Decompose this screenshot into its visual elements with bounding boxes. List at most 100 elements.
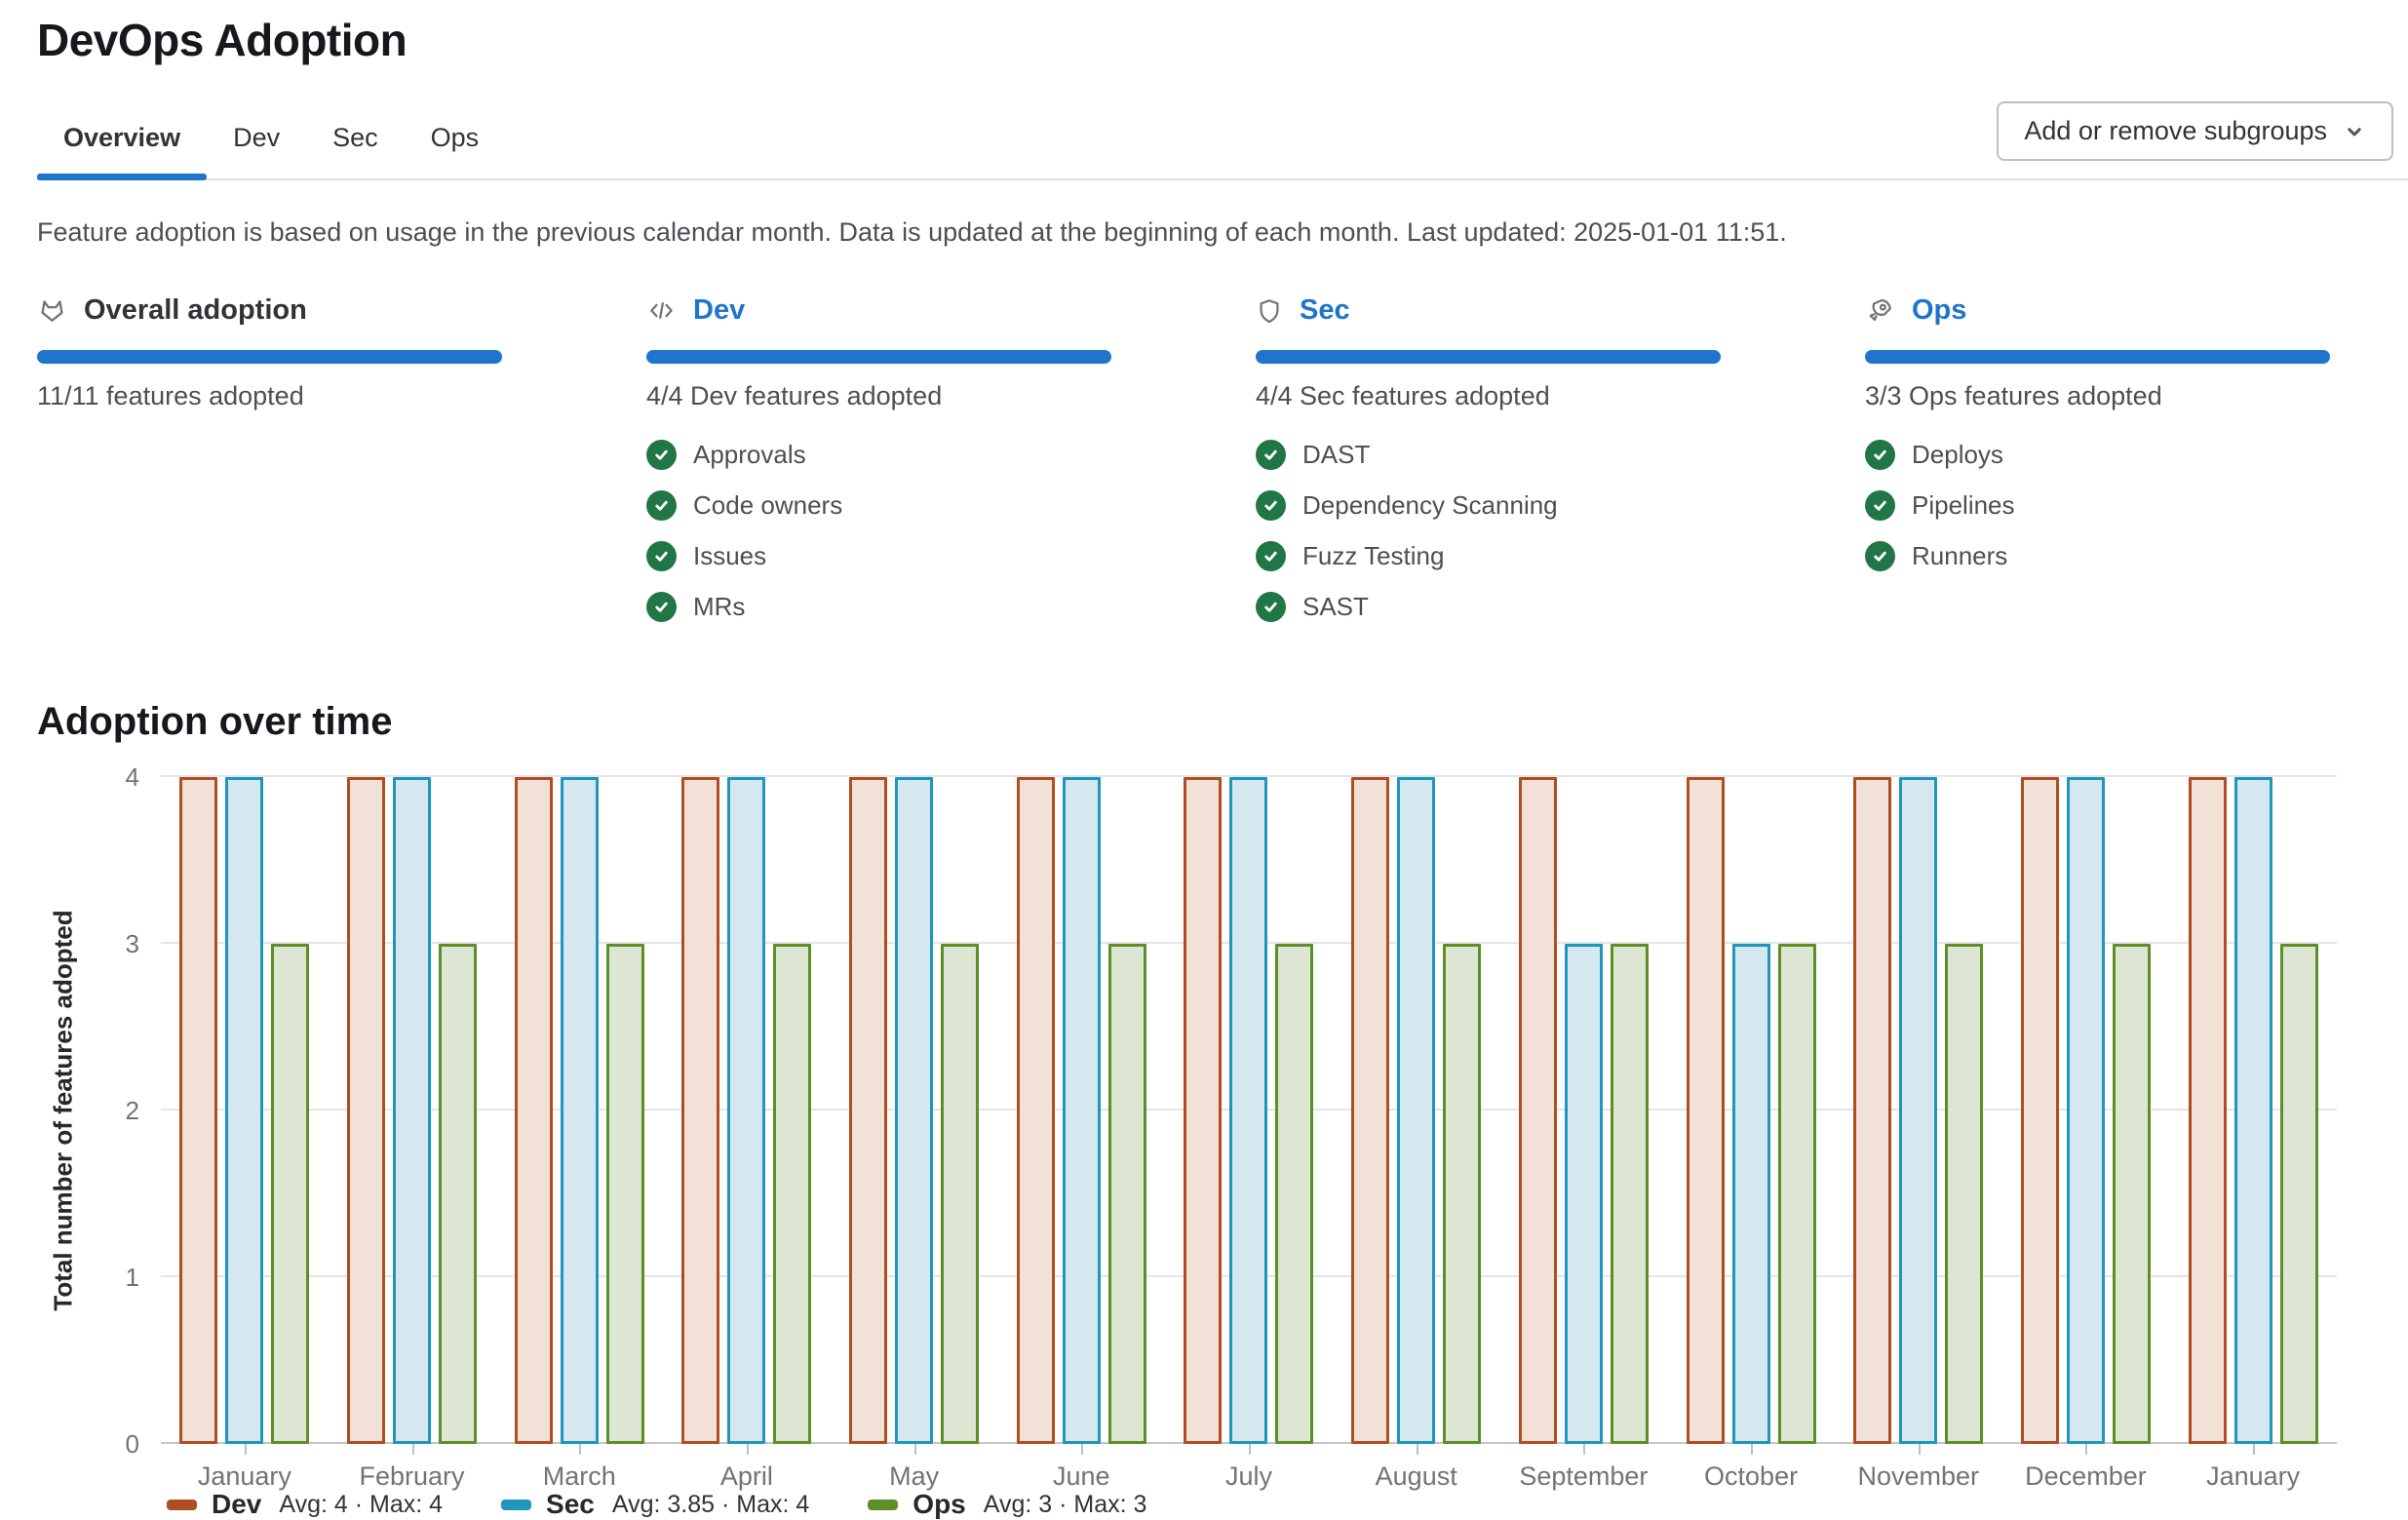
add-or-remove-subgroups-button[interactable]: Add or remove subgroups [1997, 101, 2393, 161]
x-axis-tick [1417, 1444, 1418, 1455]
bar-ops-march-2 [606, 944, 644, 1444]
feature-row-dependency-scanning: Dependency Scanning [1256, 486, 1721, 525]
bar-sec-november-10 [1899, 777, 1937, 1444]
feature-label: Approvals [693, 440, 806, 470]
bar-dev-june-5 [1017, 777, 1055, 1444]
check-circle-icon [1256, 592, 1286, 622]
bar-group-october-9 [1667, 777, 1835, 1444]
bar-dev-january-12 [2189, 777, 2227, 1444]
bar-sec-october-9 [1732, 944, 1770, 1444]
adoption-card-sec: Sec4/4 Sec features adoptedDASTDependenc… [1256, 294, 1721, 626]
adoption-card-ops: Ops 3/3 Ops features adopted Deploys Pipeli… [1865, 294, 2330, 626]
legend-item-sec[interactable]: SecAvg: 3.85 · Max: 4 [501, 1489, 809, 1520]
adoption-progress-bar [1256, 350, 1721, 364]
bar-ops-november-10 [1945, 944, 1983, 1444]
check-circle-icon [1865, 440, 1895, 470]
y-axis-tick-label: 0 [126, 1429, 139, 1460]
feature-label: Fuzz Testing [1302, 541, 1444, 571]
x-axis-tick [914, 1444, 916, 1455]
check-circle-icon [646, 440, 677, 470]
bar-dev-october-9 [1687, 777, 1725, 1444]
bar-dev-august-7 [1351, 777, 1389, 1444]
feature-list: DASTDependency ScanningFuzz TestingSAST [1256, 435, 1721, 626]
bar-dev-january-0 [179, 777, 217, 1444]
x-axis-tick [1583, 1444, 1585, 1455]
legend-swatch-dev [167, 1500, 197, 1510]
tab-overview[interactable]: Overview [37, 123, 207, 178]
feature-list: Approvals Code owners Issues MRs [646, 435, 1111, 626]
card-title-link-dev[interactable]: Dev [693, 294, 745, 327]
adoption-card-overall-adoption: Overall adoption11/11 features adopted [37, 294, 502, 626]
check-circle-icon [1256, 541, 1286, 571]
adoption-progress-bar [646, 350, 1111, 364]
bar-dev-may-4 [849, 777, 887, 1444]
x-axis-label-august-7: August [1333, 1462, 1500, 1492]
card-title-link-sec[interactable]: Sec [1300, 294, 1350, 327]
bar-ops-december-11 [2113, 944, 2151, 1444]
legend-item-ops[interactable]: OpsAvg: 3 · Max: 3 [868, 1489, 1146, 1520]
feature-label: Code owners [693, 490, 842, 521]
legend-item-dev[interactable]: Dev Avg: 4 · Max: 4 [167, 1489, 443, 1520]
x-axis-tick [412, 1444, 414, 1455]
feature-row-pipelines: Pipelines [1865, 486, 2330, 525]
adoption-progress-label: 11/11 features adopted [37, 381, 502, 411]
feature-row-runners: Runners [1865, 536, 2330, 575]
y-axis-tick-label: 4 [126, 762, 139, 793]
legend-series-name: Dev [212, 1489, 261, 1520]
feature-label: Dependency Scanning [1302, 490, 1558, 521]
bar-sec-february-1 [393, 777, 431, 1444]
tab-sec[interactable]: Sec [306, 123, 405, 178]
check-circle-icon [646, 490, 677, 521]
x-axis-tick [1919, 1444, 1921, 1455]
x-axis-label-october-9: October [1667, 1462, 1835, 1492]
bar-dev-april-3 [681, 777, 719, 1444]
bar-dev-december-11 [2021, 777, 2059, 1444]
y-axis-tick-label: 1 [126, 1263, 139, 1293]
x-axis-label-november-10: November [1835, 1462, 2002, 1492]
bar-sec-september-8 [1565, 944, 1603, 1444]
legend-series-stats: Avg: 3.85 · Max: 4 [612, 1491, 809, 1519]
adoption-progress-bar [1865, 350, 2330, 364]
code-icon [646, 297, 677, 324]
feature-row-mrs: MRs [646, 587, 1111, 626]
x-axis-label-june-5: June [997, 1462, 1165, 1492]
bar-dev-february-1 [347, 777, 385, 1444]
adoption-cards: Overall adoption11/11 features adopted De… [37, 294, 2330, 626]
x-axis-label-may-4: May [831, 1462, 998, 1492]
tabs-nav: OverviewDevSecOps [37, 123, 505, 178]
feature-label: Deploys [1912, 440, 2003, 470]
tab-ops[interactable]: Ops [405, 123, 506, 178]
feature-label: Pipelines [1912, 490, 2015, 521]
tanuki-icon [37, 296, 67, 325]
bar-ops-august-7 [1443, 944, 1481, 1444]
card-title-link-ops[interactable]: Ops [1912, 294, 1966, 327]
bar-ops-may-4 [941, 944, 979, 1444]
x-axis-label-january-12: January [2169, 1462, 2337, 1492]
check-circle-icon [1256, 490, 1286, 521]
check-circle-icon [1865, 541, 1895, 571]
x-axis-label-march-2: March [495, 1462, 663, 1492]
x-axis-label-january-0: January [161, 1462, 329, 1492]
bar-group-december-11 [2002, 777, 2170, 1444]
x-axis-tick [1751, 1444, 1753, 1455]
legend-series-stats: Avg: 4 · Max: 4 [279, 1491, 443, 1519]
bar-sec-august-7 [1397, 777, 1435, 1444]
legend-swatch-sec [501, 1500, 531, 1510]
bar-group-april-3 [663, 777, 831, 1444]
update-note: Feature adoption is based on usage in th… [37, 217, 2408, 248]
section-title: Adoption over time [37, 700, 2408, 744]
adoption-progress-label: 4/4 Dev features adopted [646, 381, 1111, 411]
bar-ops-september-8 [1611, 944, 1649, 1444]
tab-dev[interactable]: Dev [207, 123, 306, 178]
feature-label: SAST [1302, 592, 1369, 622]
bar-sec-april-3 [727, 777, 765, 1444]
bar-dev-november-10 [1853, 777, 1891, 1444]
add-or-remove-subgroups-label: Add or remove subgroups [2024, 116, 2327, 146]
feature-list: Deploys Pipelines Runners [1865, 435, 2330, 575]
feature-row-issues: Issues [646, 536, 1111, 575]
adoption-progress-label: 3/3 Ops features adopted [1865, 381, 2330, 411]
bar-sec-may-4 [895, 777, 933, 1444]
y-axis-tick-label: 2 [126, 1096, 139, 1126]
feature-row-approvals: Approvals [646, 435, 1111, 474]
bar-group-march-2 [495, 777, 663, 1444]
